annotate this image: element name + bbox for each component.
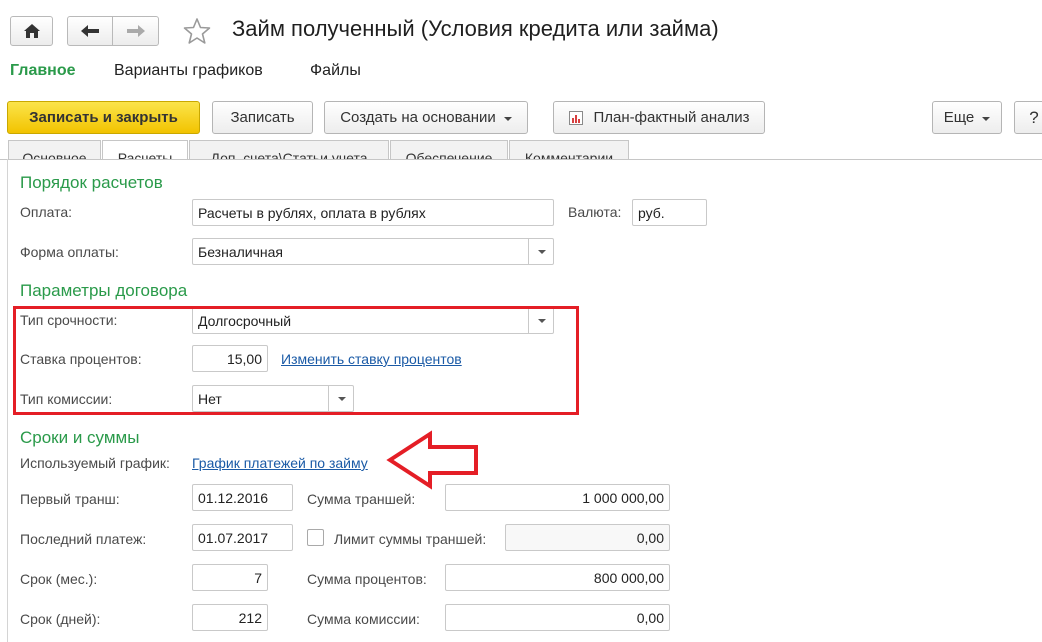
more-label: Еще [943, 109, 975, 126]
term-months-field[interactable]: 7 [192, 564, 268, 591]
payment-value: Расчеты в рублях, оплата в рублях [198, 204, 426, 221]
payment-label: Оплата: [20, 204, 73, 220]
currency-label: Валюта: [568, 204, 622, 220]
help-button[interactable]: ? [1014, 101, 1042, 134]
chevron-down-icon [503, 117, 512, 121]
payment-form-dropdown-button[interactable] [528, 239, 553, 264]
home-button[interactable] [10, 16, 53, 46]
first-tranche-label: Первый транш: [20, 491, 120, 507]
save-and-close-button[interactable]: Записать и закрыть [7, 101, 200, 134]
commission-sum-label: Сумма комиссии: [307, 611, 420, 627]
arrow-left-icon [81, 25, 99, 37]
more-button[interactable]: Еще [932, 101, 1002, 134]
tranche-sum-value: 1 000 000,00 [582, 489, 664, 506]
back-button[interactable] [67, 16, 113, 46]
settlement-section-header: Порядок расчетов [20, 173, 163, 192]
home-icon [23, 24, 40, 38]
arrow-left-icon [386, 430, 478, 490]
terms-section-header: Сроки и суммы [20, 428, 140, 447]
commission-sum-value: 0,00 [636, 609, 664, 626]
schedule-label: Используемый график: [20, 455, 170, 471]
term-days-value: 212 [238, 609, 262, 626]
payment-form-value: Безналичная [198, 243, 283, 260]
tab-main[interactable]: Основное [8, 140, 101, 160]
section-main[interactable]: Главное [10, 62, 76, 80]
section-files[interactable]: Файлы [310, 62, 361, 80]
forward-button[interactable] [112, 16, 159, 46]
create-based-on-label: Создать на основании [340, 109, 496, 126]
tab-collateral[interactable]: Обеспечение [390, 140, 508, 160]
payment-schedule-link[interactable]: График платежей по займу [192, 455, 368, 471]
chevron-down-icon [537, 249, 546, 254]
tranche-limit-value: 0,00 [636, 529, 664, 546]
tranche-sum-label: Сумма траншей: [307, 491, 416, 507]
window-title: Займ полученный (Условия кредита или зай… [232, 16, 719, 41]
term-months-label: Срок (мес.): [20, 571, 98, 587]
term-days-label: Срок (дней): [20, 611, 101, 627]
form-left-border [7, 159, 8, 642]
report-icon [569, 110, 584, 125]
star-icon[interactable] [182, 16, 212, 46]
last-payment-label: Последний платеж: [20, 531, 147, 547]
save-button[interactable]: Записать [212, 101, 313, 134]
chevron-down-icon [982, 117, 991, 121]
tranche-limit-checkbox[interactable] [307, 529, 324, 546]
tab-settlements[interactable]: Расчеты [102, 140, 188, 160]
tab-strip-border [0, 159, 1042, 160]
last-payment-field[interactable]: 01.07.2017 [192, 524, 293, 551]
tranche-limit-label: Лимит суммы траншей: [334, 531, 487, 547]
payment-field[interactable]: Расчеты в рублях, оплата в рублях [192, 199, 554, 226]
interest-sum-value: 800 000,00 [593, 569, 664, 586]
term-months-value: 7 [254, 569, 262, 586]
first-tranche-field[interactable]: 01.12.2016 [192, 484, 293, 511]
contract-section-header: Параметры договора [20, 281, 188, 300]
currency-field[interactable]: руб. [632, 199, 707, 226]
section-schedule-variants[interactable]: Варианты графиков [114, 62, 263, 80]
commission-sum-field[interactable]: 0,00 [445, 604, 670, 631]
create-based-on-button[interactable]: Создать на основании [324, 101, 528, 134]
highlight-box [13, 306, 579, 415]
tranche-limit-field[interactable]: 0,00 [505, 524, 670, 551]
tab-extra-accounts[interactable]: Доп. счета\Статьи учета [189, 140, 389, 160]
currency-value: руб. [638, 204, 665, 221]
interest-sum-field[interactable]: 800 000,00 [445, 564, 670, 591]
payment-form-label: Форма оплаты: [20, 244, 119, 260]
tab-comments[interactable]: Комментарии [509, 140, 629, 160]
first-tranche-value: 01.12.2016 [198, 489, 269, 506]
plan-fact-analysis-button[interactable]: План-фактный анализ [553, 101, 765, 134]
payment-form-select[interactable]: Безналичная [192, 238, 554, 265]
term-days-field[interactable]: 212 [192, 604, 268, 631]
interest-sum-label: Сумма процентов: [307, 571, 427, 587]
plan-fact-analysis-label: План-фактный анализ [593, 109, 750, 126]
last-payment-value: 01.07.2017 [198, 529, 269, 546]
arrow-right-icon [126, 25, 145, 37]
tranche-sum-field[interactable]: 1 000 000,00 [445, 484, 670, 511]
